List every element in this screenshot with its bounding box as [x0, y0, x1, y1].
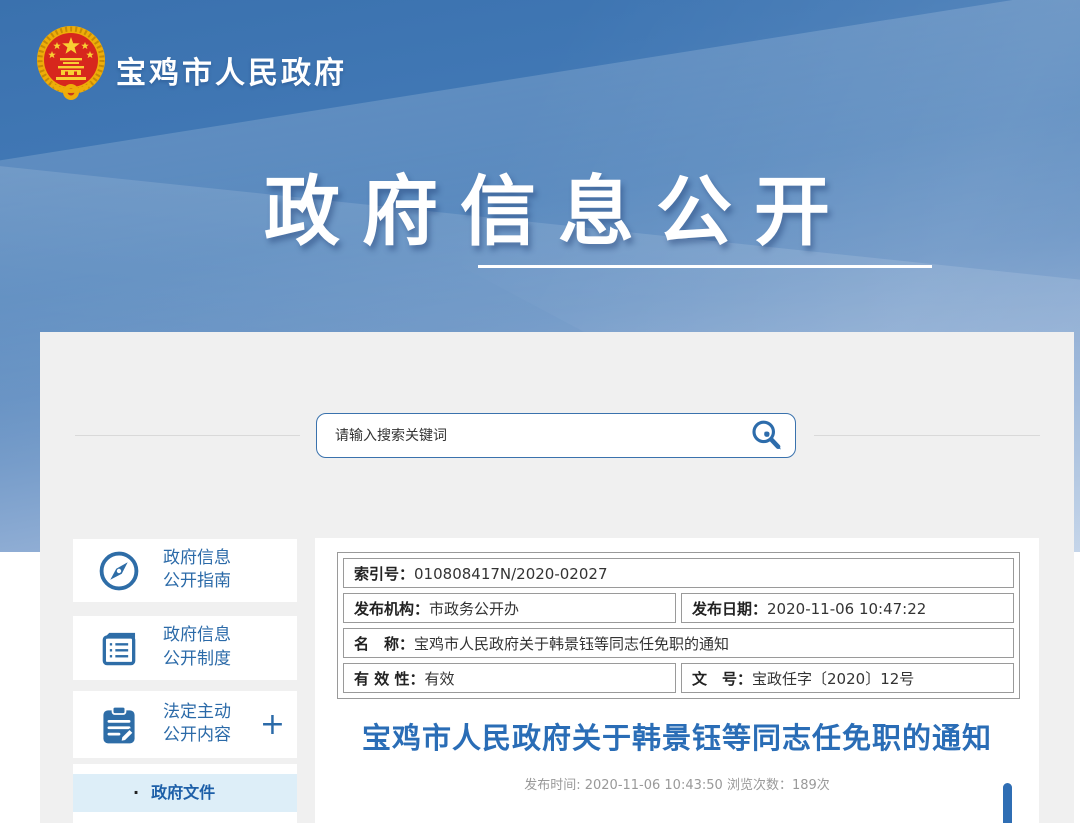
search-icon[interactable]	[748, 418, 785, 455]
sidebar-subitem-gov-documents[interactable]: ·政府文件	[73, 774, 297, 812]
doc-info-table: 索引号：010808417N/2020-02027 发布机构：市政务公开办 发布…	[337, 552, 1020, 699]
site-header: 宝鸡市人民政府	[0, 0, 1080, 120]
page: 宝鸡市人民政府 政府信息公开 政府信息 公开	[0, 0, 1080, 823]
national-emblem-icon	[34, 24, 108, 104]
sidebar-item-label: 政府信息 公开指南	[163, 547, 231, 595]
article-title: 宝鸡市人民政府关于韩景钰等同志任免职的通知	[315, 715, 1039, 757]
scrollbar-thumb[interactable]	[1003, 783, 1012, 823]
doc-name-value: 宝鸡市人民政府关于韩景钰等同志任免职的通知	[414, 635, 729, 653]
sidebar-item-label: 政府信息 公开制度	[163, 624, 231, 672]
document-panel: 索引号：010808417N/2020-02027 发布机构：市政务公开办 发布…	[315, 538, 1039, 823]
index-number-value: 010808417N/2020-02027	[414, 565, 607, 583]
clipboard-pencil-icon	[97, 703, 141, 747]
decorative-line-right	[814, 435, 1040, 436]
sidebar-item-label: 法定主动 公开内容	[163, 701, 231, 749]
publish-date-value: 2020-11-06 10:47:22	[767, 600, 926, 618]
publisher-value: 市政务公开办	[429, 600, 519, 618]
table-row: 索引号：010808417N/2020-02027	[343, 558, 1014, 588]
sidebar-subpanel: ·政府文件	[73, 764, 297, 823]
index-number-label: 索引号：	[354, 565, 414, 583]
compass-icon	[97, 549, 141, 593]
decorative-line-left	[75, 435, 300, 436]
sidebar-item-gov-info-system[interactable]: 政府信息 公开制度	[73, 616, 297, 680]
publish-time: 发布时间: 2020-11-06 10:43:50	[524, 778, 723, 793]
publish-date-label: 发布日期：	[692, 600, 767, 618]
expand-plus-icon[interactable]: +	[260, 710, 285, 740]
sidebar-item-statutory-disclosure[interactable]: 法定主动 公开内容 +	[73, 691, 297, 758]
doc-number-value: 宝政任字〔2020〕12号	[752, 670, 914, 688]
publisher-label: 发布机构：	[354, 600, 429, 618]
doc-number-label: 文 号：	[692, 670, 752, 688]
banner-title: 政府信息公开	[264, 150, 852, 260]
table-row: 发布机构：市政务公开办 发布日期：2020-11-06 10:47:22	[343, 593, 1014, 623]
validity-label: 有 效 性：	[354, 670, 424, 688]
validity-value: 有效	[424, 670, 454, 688]
content-panel: 政府信息 公开指南 政府信息 公开制度	[40, 332, 1074, 823]
view-count: 浏览次数：189次	[727, 778, 830, 793]
table-row: 名 称：宝鸡市人民政府关于韩景钰等同志任免职的通知	[343, 628, 1014, 658]
search-input[interactable]	[317, 414, 737, 457]
table-row: 有 效 性：有效 文 号：宝政任字〔2020〕12号	[343, 663, 1014, 693]
sidebar-item-gov-info-guide[interactable]: 政府信息 公开指南	[73, 539, 297, 602]
article-meta: 发布时间: 2020-11-06 10:43:50 浏览次数：189次	[315, 774, 1039, 793]
site-title: 宝鸡市人民政府	[116, 48, 347, 92]
notebook-icon	[97, 626, 141, 670]
bullet-icon: ·	[133, 783, 139, 802]
search-box	[316, 413, 796, 458]
banner-underline	[478, 265, 932, 268]
doc-name-label: 名 称：	[354, 635, 414, 653]
